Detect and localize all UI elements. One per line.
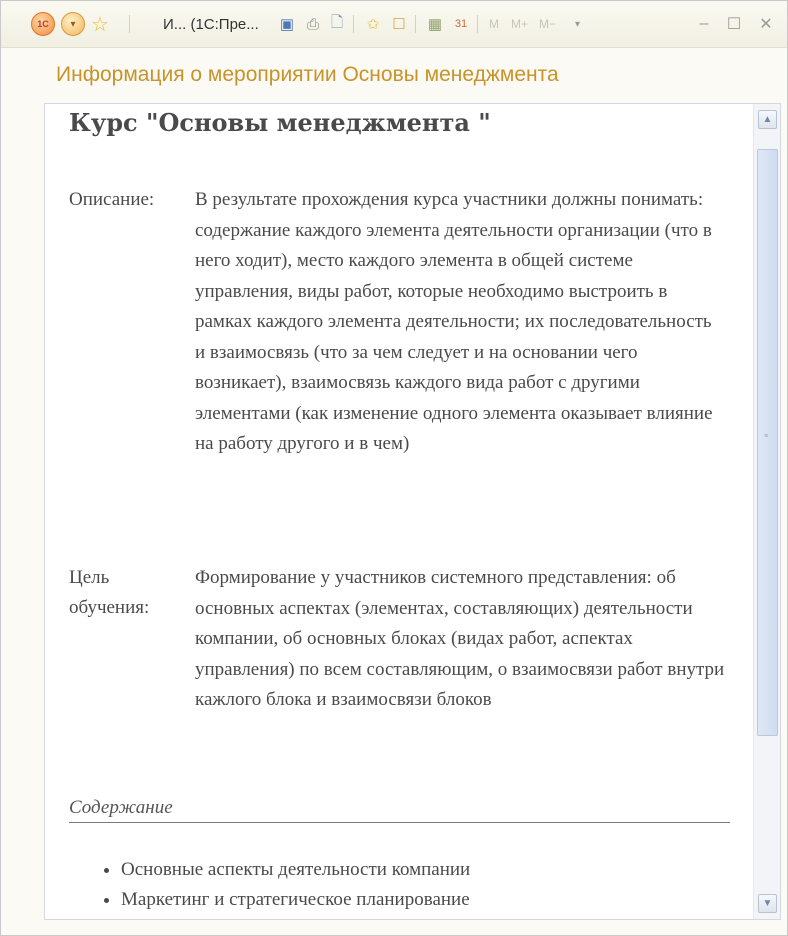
list-item: Основные аспекты деятельности компании <box>121 855 741 885</box>
title-bar: 1C ▾ ☆ И... (1С:Пре... ▣ ⎙ 🗋 ✩ ☐ ▦ 31 M … <box>1 1 787 48</box>
memory-minus-button[interactable]: M− <box>539 12 556 36</box>
content-heading: Содержание <box>69 797 173 818</box>
scroll-up-arrow-icon[interactable]: ▲ <box>758 110 777 129</box>
course-title: Курс "Основы менеджмента " <box>69 108 491 137</box>
form-window: 1C ▾ ☆ И... (1С:Пре... ▣ ⎙ 🗋 ✩ ☐ ▦ 31 M … <box>0 0 788 936</box>
scrollbar-thumb[interactable]: ≡ <box>757 149 778 736</box>
description-label: Описание: <box>69 189 155 210</box>
goal-label-line1: Цель <box>69 567 110 588</box>
chevron-down-icon: ▾ <box>70 18 76 30</box>
add-favorite-icon[interactable]: ✩ <box>363 12 383 36</box>
more-dropdown-icon[interactable]: ▾ <box>575 12 580 36</box>
app-1c-icon[interactable]: 1C <box>31 12 55 36</box>
section-divider <box>69 822 730 823</box>
goal-label-line2: обучения: <box>69 597 150 618</box>
scrollbar-grip-icon: ≡ <box>764 433 769 440</box>
description-text: В результате прохождения курса участники… <box>195 189 713 454</box>
memory-plus-button[interactable]: M+ <box>511 12 528 36</box>
toolbar-separator <box>353 15 354 33</box>
main-menu-button[interactable]: ▾ <box>61 12 85 36</box>
memory-button[interactable]: M <box>489 12 499 36</box>
html-content-panel: Курс "Основы менеджмента " Описание: В р… <box>44 103 781 920</box>
close-icon[interactable]: ✕ <box>757 12 775 36</box>
minimize-icon[interactable]: – <box>695 12 713 36</box>
toolbar-separator <box>477 15 478 33</box>
print-preview-icon[interactable]: 🗋 <box>327 12 347 36</box>
list-item: Маркетинг и стратегическое планирование <box>121 885 741 915</box>
calendar-icon[interactable]: 31 <box>451 12 471 36</box>
goal-label: Цель обучения: <box>69 563 149 623</box>
maximize-icon[interactable]: ☐ <box>725 12 743 36</box>
goal-text: Формирование у участников системного пре… <box>195 567 725 710</box>
calculator-icon[interactable]: ▦ <box>425 12 445 36</box>
scroll-down-arrow-icon[interactable]: ▼ <box>758 894 777 913</box>
form-header-title: Информация о мероприятии Основы менеджме… <box>56 63 559 86</box>
content-list: Основные аспекты деятельности компании М… <box>101 855 741 915</box>
print-icon[interactable]: ⎙ <box>303 12 323 36</box>
toolbar-separator <box>129 15 130 33</box>
favorites-star-icon[interactable]: ☆ <box>87 12 113 36</box>
toolbar-separator <box>415 15 416 33</box>
vertical-scrollbar[interactable]: ▲ ≡ ▼ <box>753 104 780 919</box>
save-icon[interactable]: ▣ <box>277 12 297 36</box>
favorites-list-icon[interactable]: ☐ <box>389 12 409 36</box>
window-title: И... (1С:Пре... <box>163 15 259 33</box>
